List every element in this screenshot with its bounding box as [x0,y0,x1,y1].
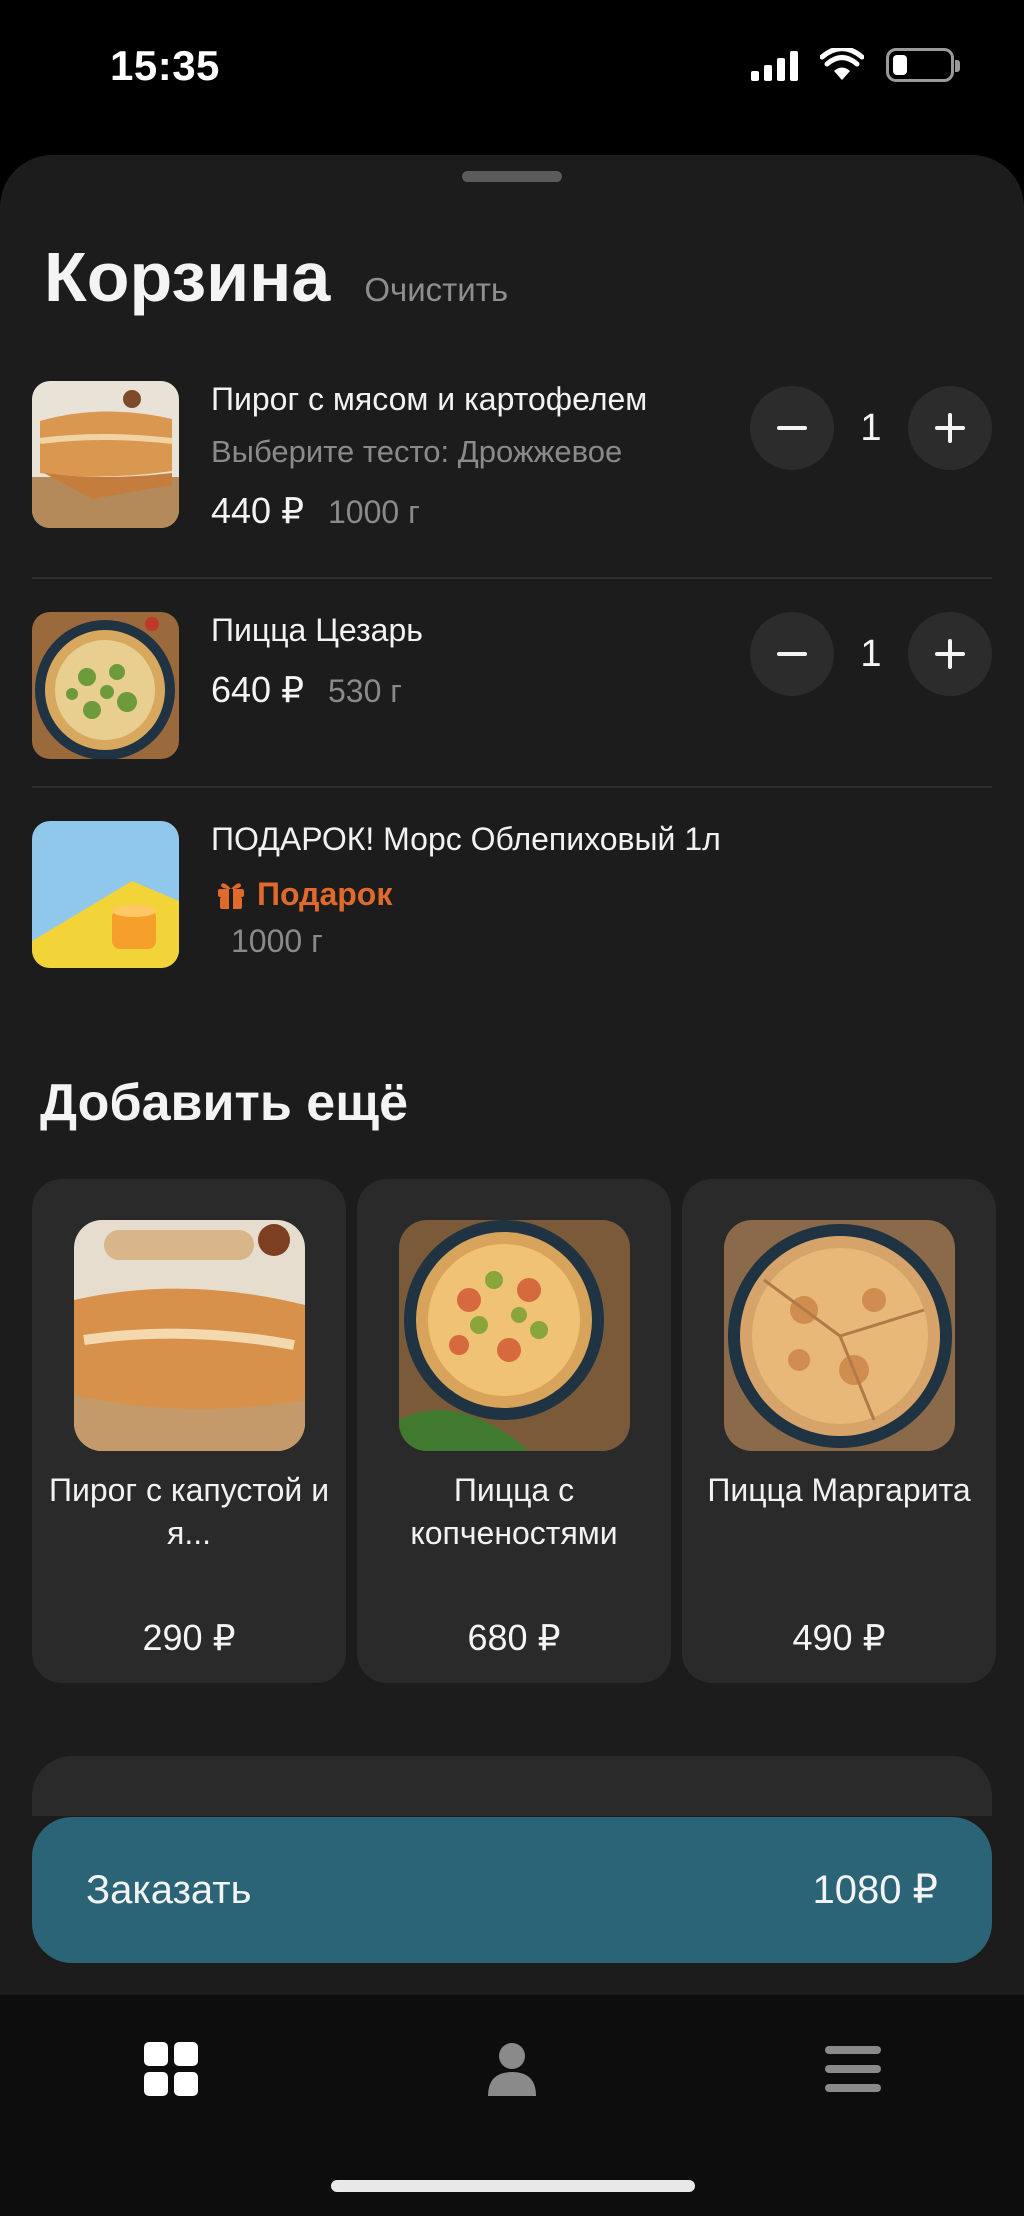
status-icons [751,48,960,82]
product-name: Пицца с копченостями [410,1472,618,1551]
increase-button[interactable] [908,612,992,696]
product-price: 490 ₽ [792,1617,886,1658]
gift-badge: Подарок [217,876,721,913]
price-row: 440 ₽ 1000 г [211,490,647,532]
cart-item-weight: 530 г [327,673,402,709]
quantity-value: 1 [860,406,882,449]
cart-item-name: Пицца Цезарь [211,612,423,648]
quantity-stepper: 1 [750,386,992,470]
cart-item-info: Пицца Цезарь 640 ₽ 530 г [211,612,423,711]
battery-icon [886,48,960,82]
increase-button[interactable] [908,386,992,470]
minus-icon [777,426,807,430]
section-title-add-more: Добавить ещё [40,1074,409,1132]
cart-item-info: Пирог с мясом и картофелем Выберите тест… [211,381,647,532]
tab-profile[interactable] [480,2037,544,2101]
tab-menu[interactable] [821,2037,885,2101]
cart-item-price: 640 ₽ [211,669,304,710]
price-row: 640 ₽ 530 г [211,669,423,711]
cart-item-name: Пирог с мясом и картофелем [211,381,648,417]
product-card[interactable]: Пицца Маргарита 490 ₽ [682,1179,996,1683]
cart-sheet: Корзина Очистить Пирог с мясом и картофе… [0,155,1024,1995]
cart-item-price: 440 ₽ [211,490,304,531]
status-bar: 15:35 [0,0,1024,140]
cart-item: Пицца Цезарь 640 ₽ 530 г 1 [32,612,992,762]
status-time: 15:35 [110,42,220,89]
product-name: Пицца Маргарита [707,1472,971,1508]
gift-icon [218,882,244,909]
plus-icon [935,639,965,669]
quantity-value: 1 [860,632,882,675]
peek-strip [32,1756,992,1816]
cart-item-weight: 1000 г [231,923,323,959]
profile-icon [488,2043,536,2096]
product-price: 680 ₽ [467,1617,561,1658]
cart-item-weight: 1000 г [327,494,420,530]
divider [32,577,992,579]
clear-cart-button[interactable]: Очистить [364,271,508,309]
cart-item-image [32,821,179,968]
cart-item-image [32,381,179,528]
cart-item-option: Выберите тесто: Дрожжевое [211,434,623,469]
order-total: 1080 ₽ [812,1868,938,1912]
plus-icon [935,413,965,443]
signal-icon [751,49,798,81]
quantity-stepper: 1 [750,612,992,696]
gift-label: Подарок [257,876,393,912]
tab-catalog[interactable] [139,2037,203,2101]
product-image [74,1220,305,1451]
product-image [399,1220,630,1451]
cart-item-gift: ПОДАРОК! Морс Облепиховый 1л Подарок 100… [32,821,992,971]
product-card[interactable]: Пирог с капустой и я... 290 ₽ [32,1179,346,1683]
cart-header: Корзина Очистить [44,237,508,317]
wifi-icon [820,48,864,80]
home-indicator [331,2180,695,2192]
cart-item: Пирог с мясом и картофелем Выберите тест… [32,381,992,531]
product-price: 290 ₽ [142,1617,236,1658]
grid-icon [144,2042,198,2096]
decrease-button[interactable] [750,612,834,696]
order-button-label: Заказать [86,1867,252,1912]
minus-icon [777,652,807,656]
order-button[interactable]: Заказать 1080 ₽ [32,1817,992,1963]
product-image [724,1220,955,1451]
menu-icon [825,2046,881,2092]
decrease-button[interactable] [750,386,834,470]
cart-item-name: ПОДАРОК! Морс Облепиховый 1л [211,821,721,857]
product-name: Пирог с капустой и я... [48,1472,330,1551]
sheet-grabber[interactable] [462,171,562,182]
product-card[interactable]: Пицца с копченостями 680 ₽ [357,1179,671,1683]
page-title: Корзина [44,238,331,316]
divider [32,786,992,788]
cart-item-image [32,612,179,759]
cart-item-info: ПОДАРОК! Морс Облепиховый 1л Подарок 100… [211,821,721,960]
